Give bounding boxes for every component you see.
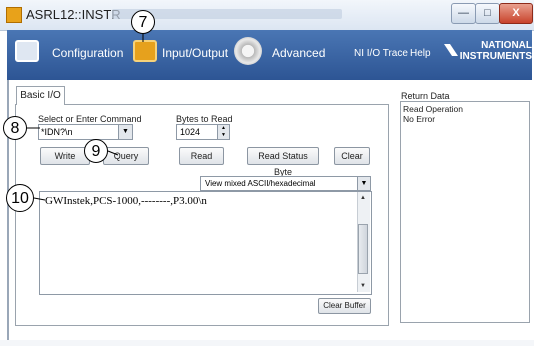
- leader-10: [33, 197, 46, 201]
- leader-9: [107, 150, 119, 156]
- callout-8: 8: [3, 116, 27, 140]
- callout-9: 9: [84, 139, 108, 163]
- callout-10: 10: [6, 184, 34, 212]
- callout-7: 7: [131, 10, 155, 34]
- callout-leaders: [27, 34, 144, 201]
